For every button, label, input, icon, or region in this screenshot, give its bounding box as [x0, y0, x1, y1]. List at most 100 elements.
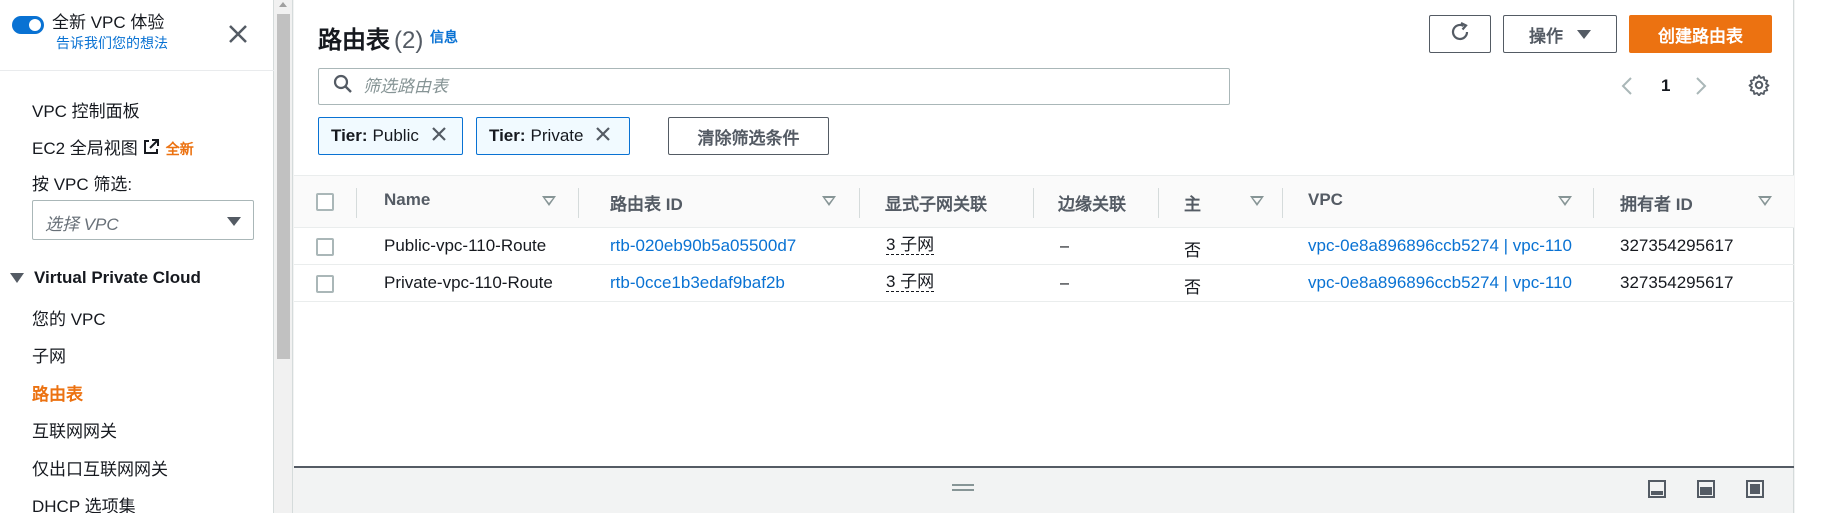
table-header: Name 路由表 ID 显式子网关联 边缘关联 主 VPC 拥有者 ID — [294, 175, 1794, 228]
sidebar-item-your-vpcs[interactable]: 您的 VPC — [32, 305, 106, 330]
actions-dropdown-button[interactable]: 操作 — [1503, 15, 1617, 53]
cell-route-table-id[interactable]: rtb-0cce1b3edaf9baf2b — [610, 273, 850, 293]
search-input[interactable] — [363, 76, 1223, 97]
column-separator — [1593, 188, 1594, 218]
cell-main: 否 — [1184, 278, 1201, 297]
column-separator — [859, 188, 860, 218]
cell-main: 否 — [1184, 241, 1201, 260]
refresh-icon — [1449, 21, 1471, 48]
drag-handle-icon[interactable] — [952, 484, 974, 491]
gear-icon[interactable] — [1748, 74, 1770, 101]
search-icon — [333, 74, 353, 99]
route-tables-panel: 路由表(2) 信息 操作 创建路由表 1 Tier:Public Tier:Pr… — [294, 0, 1794, 468]
cell-explicit-subnets[interactable]: 3 子网 — [886, 273, 935, 292]
info-link[interactable]: 信息 — [430, 27, 458, 47]
sort-caret-icon[interactable] — [1250, 196, 1264, 206]
cell-explicit-subnets[interactable]: 3 子网 — [886, 236, 935, 255]
sort-caret-icon[interactable] — [1758, 196, 1772, 206]
filter-chip-tier-public: Tier: Public — [318, 117, 463, 155]
column-header-owner-id[interactable]: 拥有者 ID — [1620, 190, 1693, 215]
column-header-main[interactable]: 主 — [1184, 190, 1201, 215]
external-link-icon — [142, 138, 160, 161]
select-all-checkbox[interactable] — [316, 193, 334, 211]
filter-chip-tier-private: Tier: Private — [476, 117, 630, 155]
remove-filter-icon[interactable] — [595, 126, 611, 147]
toggle-title: 全新 VPC 体验 — [52, 13, 165, 32]
column-header-route-table-id[interactable]: 路由表 ID — [610, 190, 683, 215]
sidebar-item-internet-gateways[interactable]: 互联网网关 — [32, 417, 117, 442]
sidebar-item-subnets[interactable]: 子网 — [32, 342, 66, 367]
scroll-thumb[interactable] — [277, 14, 290, 359]
refresh-button[interactable] — [1429, 15, 1491, 53]
nav-ec2-global-label: EC2 全局视图 — [32, 139, 138, 158]
column-header-edge-assoc[interactable]: 边缘关联 — [1058, 190, 1126, 215]
chip-key: Tier: — [489, 126, 526, 145]
panel-middle-icon[interactable] — [1697, 480, 1715, 503]
column-separator — [578, 188, 579, 218]
page-title-text: 路由表 — [318, 27, 390, 54]
split-panel — [294, 468, 1794, 513]
new-experience-toggle[interactable] — [12, 16, 44, 34]
cell-route-table-id[interactable]: rtb-020eb90b5a05500d7 — [610, 236, 850, 256]
divider — [0, 70, 274, 71]
sidebar: 全新 VPC 体验 告诉我们您的想法 VPC 控制面板 EC2 全局视图 全新 按… — [0, 0, 274, 513]
sort-caret-icon[interactable] — [822, 196, 836, 206]
vpc-filter-placeholder: 选择 VPC — [45, 215, 119, 234]
column-header-vpc[interactable]: VPC — [1308, 190, 1343, 210]
cell-edge-assoc: – — [1060, 273, 1070, 292]
chip-key: Tier: — [331, 126, 368, 145]
cell-edge-assoc: – — [1060, 236, 1070, 255]
caret-down-icon — [1577, 29, 1591, 39]
cell-owner-id: 327354295617 — [1620, 273, 1734, 292]
sidebar-item-route-tables[interactable]: 路由表 — [32, 380, 83, 405]
remove-filter-icon[interactable] — [431, 126, 447, 147]
column-header-name[interactable]: Name — [384, 190, 430, 210]
panel-full-icon[interactable] — [1746, 480, 1764, 503]
cell-name: Public-vpc-110-Route — [384, 236, 547, 255]
vpc-filter-select[interactable]: 选择 VPC — [32, 200, 254, 240]
sidebar-item-dhcp-options[interactable]: DHCP 选项集 — [32, 492, 136, 513]
sidebar-item-egress-only-igw[interactable]: 仅出口互联网网关 — [32, 455, 168, 480]
clear-filters-button[interactable]: 清除筛选条件 — [668, 117, 829, 155]
nav-ec2-global-view[interactable]: EC2 全局视图 全新 — [32, 134, 194, 161]
nav-vpc-dashboard[interactable]: VPC 控制面板 — [32, 97, 140, 122]
expand-triangle-icon — [10, 273, 24, 283]
sidebar-scrollbar[interactable] — [274, 0, 293, 513]
right-edge-strip — [1795, 0, 1821, 513]
column-separator — [356, 188, 357, 218]
table-row[interactable]: Private-vpc-110-Route rtb-0cce1b3edaf9ba… — [294, 265, 1794, 302]
scroll-up-arrow-icon[interactable] — [279, 2, 287, 7]
caret-down-icon — [227, 217, 241, 226]
close-icon[interactable] — [226, 22, 250, 46]
page-title: 路由表 (2) — [318, 20, 423, 55]
current-page-number[interactable]: 1 — [1661, 76, 1670, 96]
new-vpc-experience: 全新 VPC 体验 告诉我们您的想法 — [12, 12, 168, 52]
panel-bottom-icon[interactable] — [1648, 480, 1666, 503]
column-separator — [1282, 188, 1283, 218]
chevron-right-icon[interactable] — [1694, 76, 1708, 101]
table-row[interactable]: Public-vpc-110-Route rtb-020eb90b5a05500… — [294, 228, 1794, 265]
sort-caret-icon[interactable] — [1558, 196, 1572, 206]
cell-vpc[interactable]: vpc-0e8a896896ccb5274 | vpc-110 — [1308, 273, 1572, 293]
filter-by-vpc-label: 按 VPC 筛选: — [32, 175, 133, 194]
section-label: Virtual Private Cloud — [34, 268, 201, 287]
row-checkbox[interactable] — [316, 238, 334, 256]
pagination: 1 — [1616, 72, 1726, 100]
cell-vpc[interactable]: vpc-0e8a896896ccb5274 | vpc-110 — [1308, 236, 1572, 256]
cell-name: Private-vpc-110-Route — [384, 273, 553, 292]
section-virtual-private-cloud[interactable]: Virtual Private Cloud — [10, 268, 201, 288]
column-separator — [1033, 188, 1034, 218]
actions-label: 操作 — [1529, 26, 1563, 46]
row-checkbox[interactable] — [316, 275, 334, 293]
route-table-count: (2) — [394, 27, 424, 54]
column-header-explicit-subnet[interactable]: 显式子网关联 — [885, 190, 987, 215]
cell-owner-id: 327354295617 — [1620, 236, 1734, 255]
new-badge: 全新 — [165, 141, 194, 157]
feedback-link[interactable]: 告诉我们您的想法 — [56, 34, 168, 52]
chevron-left-icon[interactable] — [1620, 76, 1634, 101]
search-box — [318, 68, 1230, 105]
chip-value: Private — [530, 126, 584, 145]
create-route-table-button[interactable]: 创建路由表 — [1629, 15, 1772, 53]
column-separator — [1158, 188, 1159, 218]
sort-caret-icon[interactable] — [542, 196, 556, 206]
